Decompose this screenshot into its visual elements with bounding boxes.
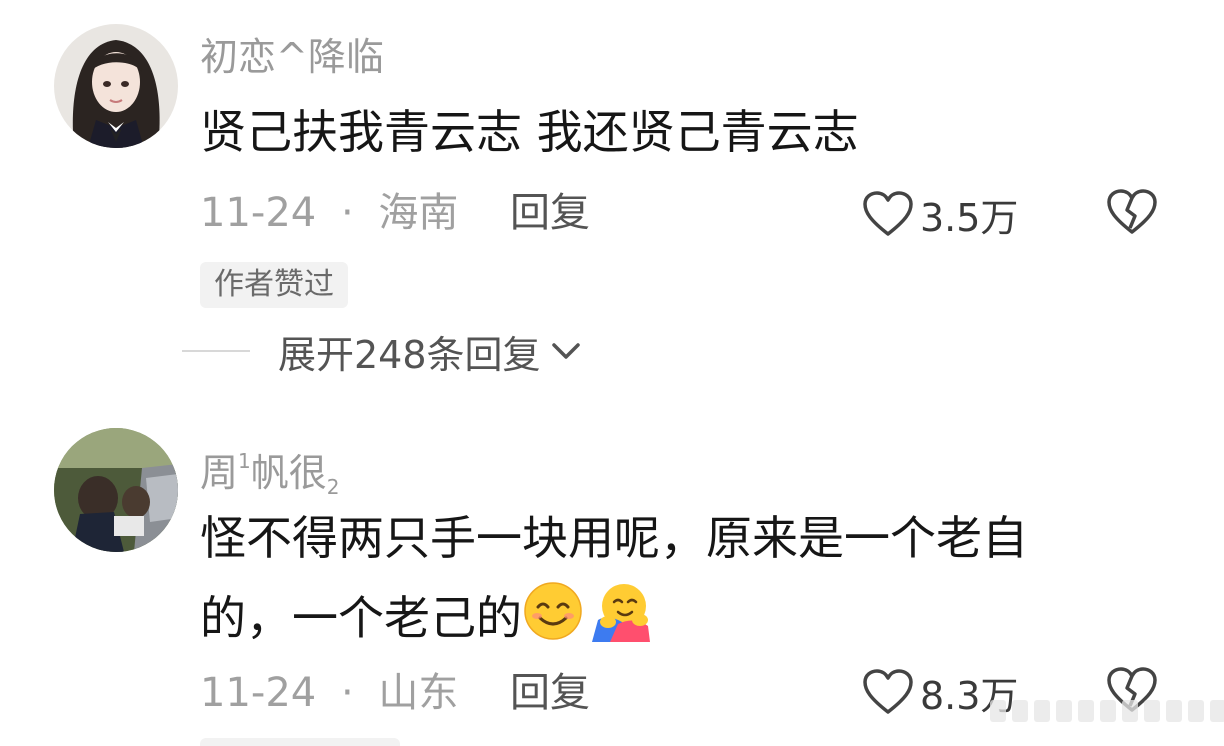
reply-button[interactable]: 回复 <box>510 668 590 718</box>
comment-text: 怪不得两只手一块用呢，原来是一个老自 的，一个老己的 <box>200 506 1028 658</box>
comment-location: 海南 <box>378 190 459 236</box>
username-part: 周 <box>200 451 239 495</box>
username-part: 帆很 <box>250 451 327 495</box>
like-button[interactable]: 3.5万 <box>862 188 1018 240</box>
comment-date: 11-24 <box>200 670 317 716</box>
username-sup: 1 <box>238 449 251 473</box>
watermark <box>990 700 1224 722</box>
chevron-down-icon <box>551 343 580 359</box>
meta-separator: · <box>340 190 354 236</box>
hugging-face-emoji <box>588 580 654 658</box>
broken-heart-icon <box>1107 189 1157 234</box>
heart-outline-icon <box>863 191 913 236</box>
username[interactable]: 初恋^降临 <box>200 34 384 80</box>
comment-text-line-2-text: 的，一个老己的 <box>200 591 522 645</box>
avatar[interactable] <box>54 428 178 552</box>
heart-outline-icon <box>863 669 913 714</box>
meta-separator: · <box>340 670 354 716</box>
author-liked-badge: 作者赞过 <box>200 262 348 308</box>
dislike-button[interactable] <box>1106 188 1158 240</box>
comment-meta: 11-24 · 海南 <box>200 188 458 238</box>
expand-replies-label: 展开248条回复 <box>278 332 541 377</box>
next-badge-edge <box>200 738 400 746</box>
divider <box>182 350 250 352</box>
comment-date: 11-24 <box>200 190 317 236</box>
avatar[interactable] <box>54 24 178 148</box>
expand-replies-button[interactable]: 展开248条回复 <box>182 326 583 377</box>
like-count: 3.5万 <box>920 195 1019 240</box>
username-sub: 2 <box>326 475 340 499</box>
smiling-face-emoji <box>522 580 584 658</box>
comment-text-line-1: 怪不得两只手一块用呢，原来是一个老自 <box>200 511 1028 565</box>
username[interactable]: 周1帆很2 <box>200 438 340 510</box>
comment-meta: 11-24 · 山东 <box>200 668 458 718</box>
comment-location: 山东 <box>378 670 459 716</box>
reply-button[interactable]: 回复 <box>510 188 590 238</box>
comment-text: 贤己扶我青云志 我还贤己青云志 <box>200 105 859 159</box>
comment-text-line-2: 的，一个老己的 <box>200 580 1028 658</box>
